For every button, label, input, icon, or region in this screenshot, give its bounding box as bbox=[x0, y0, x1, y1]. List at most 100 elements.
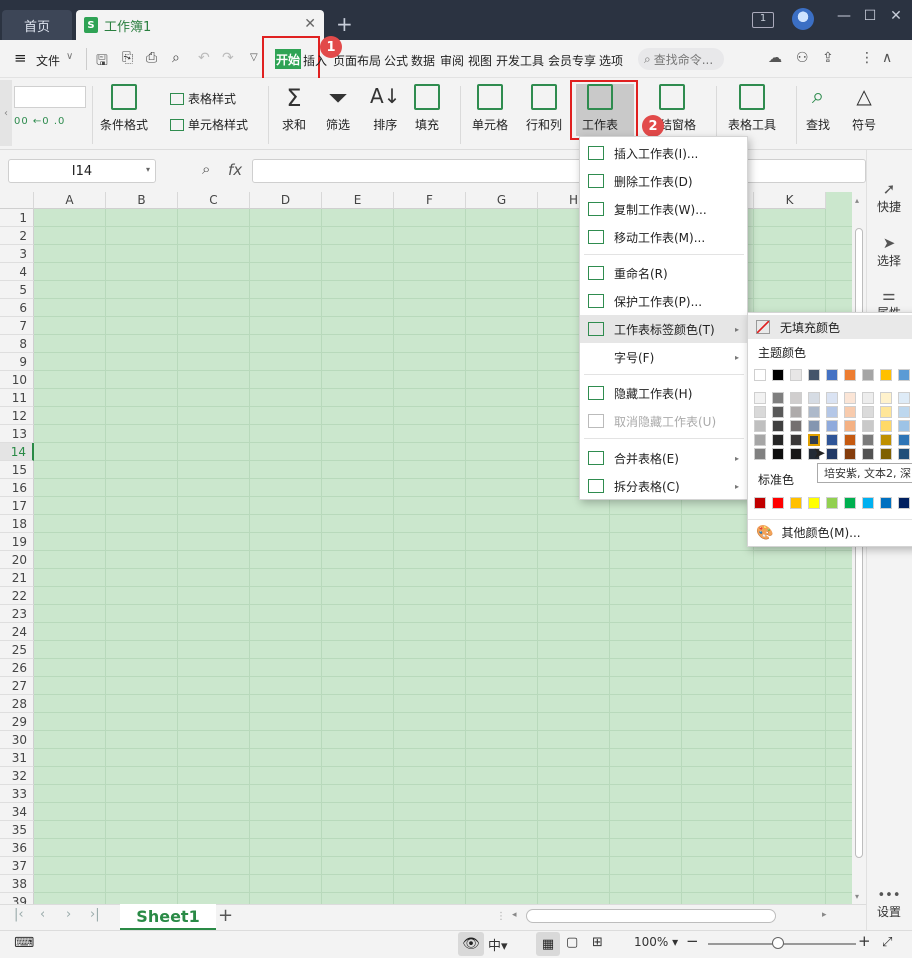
theme-color-swatch[interactable] bbox=[880, 369, 892, 381]
row-header[interactable]: 26 bbox=[0, 659, 34, 677]
row-header[interactable]: 19 bbox=[0, 533, 34, 551]
theme-shade-swatch[interactable] bbox=[772, 420, 784, 432]
row-header[interactable]: 23 bbox=[0, 605, 34, 623]
row-header[interactable]: 34 bbox=[0, 803, 34, 821]
input-mode-icon[interactable]: 中▾ bbox=[488, 935, 508, 954]
column-header[interactable]: D bbox=[250, 192, 322, 209]
column-header[interactable]: E bbox=[322, 192, 394, 209]
row-header[interactable]: 39 bbox=[0, 893, 34, 904]
theme-shade-swatch[interactable] bbox=[826, 434, 838, 446]
menu-item-insert-sheet[interactable]: 插入工作表(I)... bbox=[580, 139, 747, 167]
symbol-button[interactable]: △ 符号 bbox=[852, 84, 876, 133]
column-header[interactable]: K bbox=[754, 192, 826, 209]
theme-color-swatch[interactable] bbox=[898, 369, 910, 381]
find-button[interactable]: ⌕ 查找 bbox=[806, 84, 830, 133]
row-header[interactable]: 16 bbox=[0, 479, 34, 497]
menu-options[interactable]: 选项 bbox=[599, 52, 623, 69]
theme-shade-swatch[interactable] bbox=[772, 434, 784, 446]
row-header[interactable]: 32 bbox=[0, 767, 34, 785]
theme-shade-swatch[interactable] bbox=[844, 448, 856, 460]
cloud-icon[interactable]: ☁ bbox=[768, 50, 782, 66]
theme-shade-swatch[interactable] bbox=[808, 406, 820, 418]
theme-shade-swatch[interactable] bbox=[826, 420, 838, 432]
menu-item-move-sheet[interactable]: 移动工作表(M)... bbox=[580, 223, 747, 251]
standard-color-swatch[interactable] bbox=[862, 497, 874, 509]
close-tab-icon[interactable]: ✕ bbox=[304, 16, 316, 32]
theme-shade-swatch[interactable] bbox=[862, 406, 874, 418]
theme-shade-swatch[interactable] bbox=[754, 448, 766, 460]
eye-protect-icon[interactable]: 👁 bbox=[458, 932, 484, 956]
menu-view[interactable]: 视图 bbox=[468, 52, 492, 69]
table-tools-button[interactable]: 表格工具 bbox=[728, 84, 776, 133]
theme-shade-swatch[interactable] bbox=[844, 434, 856, 446]
tab-home[interactable]: 首页 bbox=[2, 10, 72, 40]
cell-button[interactable]: 单元格 bbox=[472, 84, 508, 133]
zoom-out-icon[interactable]: − bbox=[686, 932, 699, 950]
theme-shade-swatch[interactable] bbox=[754, 392, 766, 404]
theme-shade-swatch[interactable] bbox=[772, 392, 784, 404]
theme-shade-swatch[interactable] bbox=[790, 448, 802, 460]
scroll-up-icon[interactable]: ▴ bbox=[855, 196, 859, 205]
row-header[interactable]: 3 bbox=[0, 245, 34, 263]
row-header[interactable]: 24 bbox=[0, 623, 34, 641]
menu-review[interactable]: 审阅 bbox=[440, 52, 464, 69]
conditional-format-button[interactable]: 条件格式 bbox=[100, 84, 148, 133]
row-header[interactable]: 29 bbox=[0, 713, 34, 731]
theme-shade-swatch[interactable] bbox=[808, 392, 820, 404]
column-header[interactable]: B bbox=[106, 192, 178, 209]
theme-shade-swatch[interactable] bbox=[790, 420, 802, 432]
page-break-view-icon[interactable]: ⊞ bbox=[592, 935, 603, 950]
menu-item-protect-sheet[interactable]: 保护工作表(P)... bbox=[580, 287, 747, 315]
theme-shade-swatch[interactable] bbox=[754, 406, 766, 418]
theme-shade-swatch[interactable] bbox=[898, 406, 910, 418]
row-header[interactable]: 35 bbox=[0, 821, 34, 839]
cell-style-button[interactable]: 单元格样式 bbox=[170, 116, 248, 133]
save-icon[interactable]: 🖫 bbox=[96, 50, 108, 74]
window-list-icon[interactable]: 1 bbox=[752, 12, 774, 28]
theme-shade-swatch[interactable] bbox=[880, 448, 892, 460]
menu-start[interactable]: 开始 bbox=[275, 49, 301, 69]
theme-color-swatch[interactable] bbox=[808, 369, 820, 381]
theme-shade-swatch[interactable] bbox=[862, 434, 874, 446]
command-search[interactable]: ⌕ 查找命令... bbox=[638, 48, 724, 70]
zoom-formula-icon[interactable]: ⌕ bbox=[202, 160, 210, 178]
theme-color-swatch[interactable] bbox=[844, 369, 856, 381]
menu-formula[interactable]: 公式 bbox=[384, 52, 408, 69]
theme-shade-swatch[interactable] bbox=[898, 448, 910, 460]
last-sheet-icon[interactable]: ›| bbox=[90, 907, 100, 922]
menu-developer[interactable]: 开发工具 bbox=[496, 52, 544, 69]
standard-color-swatch[interactable] bbox=[844, 497, 856, 509]
theme-shade-swatch[interactable] bbox=[862, 392, 874, 404]
menu-page-layout[interactable]: 页面布局 bbox=[333, 52, 381, 69]
print-preview-icon[interactable]: ⌕ bbox=[172, 50, 180, 66]
row-header[interactable]: 31 bbox=[0, 749, 34, 767]
side-quick[interactable]: ➚ 快捷 bbox=[866, 180, 912, 215]
row-header[interactable]: 14 bbox=[0, 443, 34, 461]
horizontal-scroll-thumb[interactable] bbox=[526, 909, 776, 923]
theme-shade-swatch[interactable] bbox=[772, 448, 784, 460]
row-header[interactable]: 30 bbox=[0, 731, 34, 749]
side-settings[interactable]: ••• 设置 bbox=[866, 888, 912, 920]
chevron-down-icon[interactable]: ∨ bbox=[66, 51, 73, 62]
theme-shade-swatch[interactable] bbox=[790, 406, 802, 418]
row-header[interactable]: 20 bbox=[0, 551, 34, 569]
theme-color-swatch[interactable] bbox=[826, 369, 838, 381]
menu-item-split-table[interactable]: 拆分表格(C) ▸ bbox=[580, 472, 747, 500]
row-header[interactable]: 9 bbox=[0, 353, 34, 371]
row-header[interactable]: 10 bbox=[0, 371, 34, 389]
worksheet-button[interactable]: 工作表 bbox=[582, 84, 618, 133]
menu-item-tab-color[interactable]: 工作表标签颜色(T) ▸ bbox=[580, 315, 747, 343]
row-header[interactable]: 28 bbox=[0, 695, 34, 713]
theme-shade-swatch[interactable] bbox=[898, 434, 910, 446]
scroll-down-icon[interactable]: ▾ bbox=[855, 892, 859, 901]
undo-icon[interactable]: ↶ bbox=[198, 50, 210, 66]
standard-color-swatch[interactable] bbox=[880, 497, 892, 509]
row-header[interactable]: 7 bbox=[0, 317, 34, 335]
row-header[interactable]: 15 bbox=[0, 461, 34, 479]
fullscreen-icon[interactable]: ⤢ bbox=[882, 935, 892, 950]
zoom-in-icon[interactable]: + bbox=[858, 932, 871, 950]
share-user-icon[interactable]: ⚇ bbox=[796, 50, 809, 66]
standard-color-swatch[interactable] bbox=[790, 497, 802, 509]
number-format-select[interactable] bbox=[14, 86, 86, 108]
theme-shade-swatch[interactable] bbox=[790, 392, 802, 404]
